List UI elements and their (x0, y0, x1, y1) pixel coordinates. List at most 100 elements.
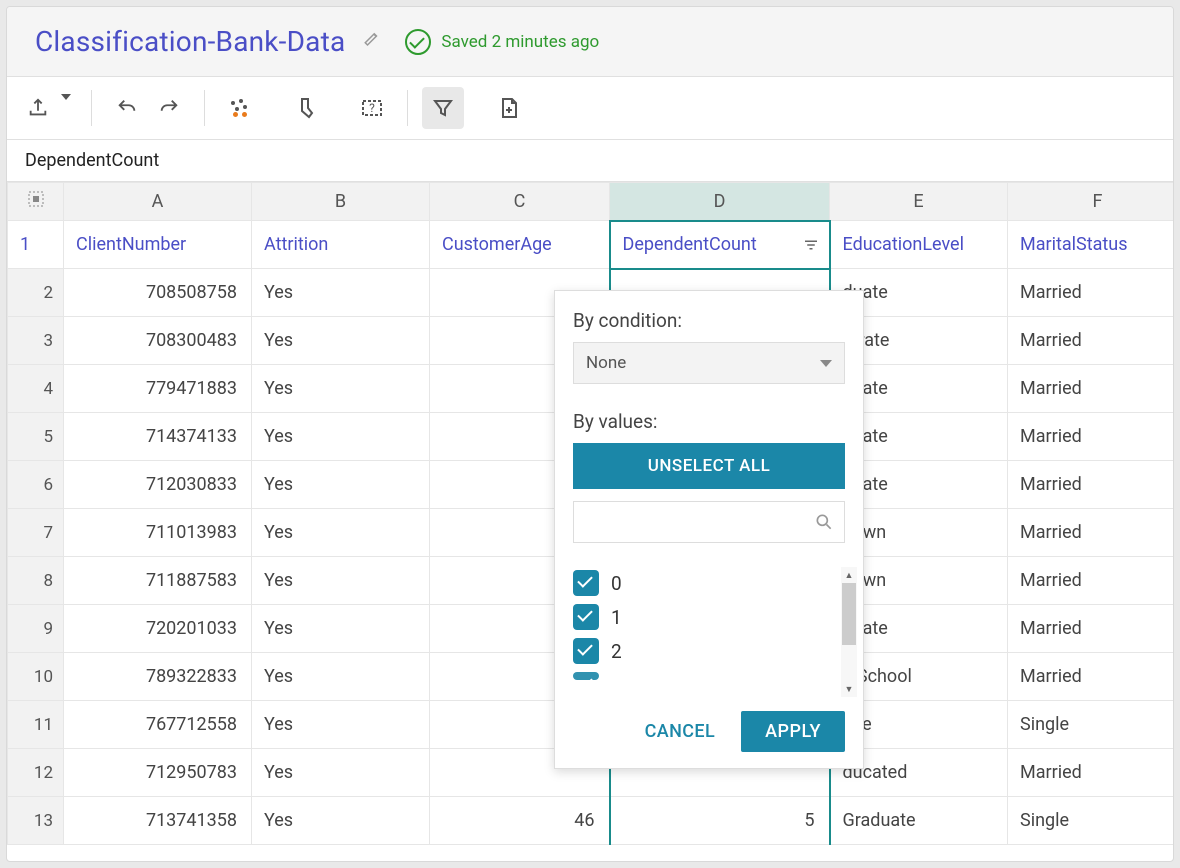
cell[interactable]: Yes (252, 653, 430, 701)
scrollbar[interactable]: ▲ ▼ (841, 567, 857, 697)
filter-button[interactable] (422, 87, 464, 129)
condition-select[interactable]: None (573, 342, 845, 384)
by-condition-label: By condition: (573, 309, 857, 332)
col-letter-D[interactable]: D (610, 183, 830, 221)
row-number[interactable]: 10 (8, 653, 64, 701)
cell[interactable]: 713741358 (64, 797, 252, 845)
header-maritalstatus[interactable]: MaritalStatus (1008, 221, 1174, 269)
cell[interactable]: 46 (430, 797, 610, 845)
cell[interactable]: Yes (252, 557, 430, 605)
scroll-down-icon[interactable]: ▼ (841, 681, 857, 697)
cell[interactable]: Yes (252, 605, 430, 653)
row-number[interactable]: 13 (8, 797, 64, 845)
row-number[interactable]: 2 (8, 269, 64, 317)
cell[interactable]: Yes (252, 701, 430, 749)
undo-button[interactable] (106, 87, 148, 129)
cell[interactable]: Yes (252, 749, 430, 797)
header-clientnumber[interactable]: ClientNumber (64, 221, 252, 269)
filter-value-row[interactable] (573, 672, 837, 680)
header-educationlevel[interactable]: EducationLevel (830, 221, 1008, 269)
header-customerage[interactable]: CustomerAge (430, 221, 610, 269)
cell[interactable]: 708508758 (64, 269, 252, 317)
scroll-thumb[interactable] (842, 583, 856, 645)
cell[interactable]: 5 (610, 797, 830, 845)
svg-text:?: ? (369, 101, 375, 115)
cell[interactable]: Yes (252, 509, 430, 557)
row-number[interactable]: 11 (8, 701, 64, 749)
header-dependentcount-label: DependentCount (623, 234, 757, 255)
cell[interactable]: Yes (252, 269, 430, 317)
edit-icon[interactable] (363, 30, 381, 53)
add-file-button[interactable] (488, 87, 530, 129)
filter-icon[interactable] (799, 233, 823, 257)
cell[interactable]: Married (1008, 269, 1174, 317)
cell[interactable]: Yes (252, 461, 430, 509)
filter-search-input[interactable] (573, 501, 845, 543)
cell[interactable]: 767712558 (64, 701, 252, 749)
filter-value-row[interactable]: 1 (573, 604, 837, 630)
row-number[interactable]: 3 (8, 317, 64, 365)
cell[interactable]: Married (1008, 317, 1174, 365)
cell[interactable]: Married (1008, 749, 1174, 797)
col-letter-A[interactable]: A (64, 183, 252, 221)
scroll-up-icon[interactable]: ▲ (841, 567, 857, 583)
col-letter-F[interactable]: F (1008, 183, 1174, 221)
row-number[interactable]: 6 (8, 461, 64, 509)
cell[interactable]: 712030833 (64, 461, 252, 509)
unselect-all-button[interactable]: UNSELECT ALL (573, 443, 845, 489)
filter-value-row[interactable]: 0 (573, 570, 837, 596)
chevron-down-icon (53, 100, 71, 116)
filter-value-row[interactable]: 2 (573, 638, 837, 664)
row-number[interactable]: 4 (8, 365, 64, 413)
header-dependentcount[interactable]: DependentCount (610, 221, 830, 269)
cell[interactable]: Married (1008, 509, 1174, 557)
search-icon (814, 512, 834, 532)
checkbox-checked-icon[interactable] (573, 672, 599, 680)
cell[interactable]: Single (1008, 797, 1174, 845)
cell[interactable]: Single (1008, 701, 1174, 749)
checkbox-checked-icon[interactable] (573, 570, 599, 596)
row-number[interactable]: 7 (8, 509, 64, 557)
cell[interactable]: 720201033 (64, 605, 252, 653)
apply-button[interactable]: APPLY (741, 711, 845, 752)
share-export-button[interactable] (21, 87, 77, 129)
cell[interactable]: Married (1008, 605, 1174, 653)
cell[interactable]: 708300483 (64, 317, 252, 365)
cell[interactable]: Married (1008, 653, 1174, 701)
cell[interactable]: 714374133 (64, 413, 252, 461)
select-all-cell[interactable] (8, 183, 64, 221)
chevron-down-icon (820, 360, 832, 367)
cell[interactable]: Married (1008, 557, 1174, 605)
cell[interactable]: Yes (252, 317, 430, 365)
col-letter-B[interactable]: B (252, 183, 430, 221)
redo-button[interactable] (148, 87, 190, 129)
checkbox-checked-icon[interactable] (573, 638, 599, 664)
cell[interactable]: 779471883 (64, 365, 252, 413)
cell[interactable]: 711013983 (64, 509, 252, 557)
cell[interactable]: Yes (252, 413, 430, 461)
cell[interactable]: 789322833 (64, 653, 252, 701)
checkbox-checked-icon[interactable] (573, 604, 599, 630)
col-letter-C[interactable]: C (430, 183, 610, 221)
cell[interactable]: Married (1008, 413, 1174, 461)
cell[interactable]: Married (1008, 365, 1174, 413)
socks-button[interactable] (285, 87, 327, 129)
cell[interactable]: Yes (252, 365, 430, 413)
cell[interactable]: 711887583 (64, 557, 252, 605)
row-number[interactable]: 12 (8, 749, 64, 797)
row-number[interactable]: 5 (8, 413, 64, 461)
scatter-chart-button[interactable] (219, 87, 261, 129)
cell[interactable]: 712950783 (64, 749, 252, 797)
header-attrition[interactable]: Attrition (252, 221, 430, 269)
row-number[interactable]: 8 (8, 557, 64, 605)
col-letter-E[interactable]: E (830, 183, 1008, 221)
cell[interactable]: Graduate (830, 797, 1008, 845)
row-number[interactable]: 1 (8, 221, 64, 269)
namebox[interactable]: DependentCount (7, 140, 1173, 182)
document-title[interactable]: Classification-Bank-Data (35, 25, 345, 58)
missing-value-button[interactable]: ? (351, 87, 393, 129)
cell[interactable]: Yes (252, 797, 430, 845)
row-number[interactable]: 9 (8, 605, 64, 653)
cancel-button[interactable]: CANCEL (645, 721, 716, 742)
cell[interactable]: Married (1008, 461, 1174, 509)
